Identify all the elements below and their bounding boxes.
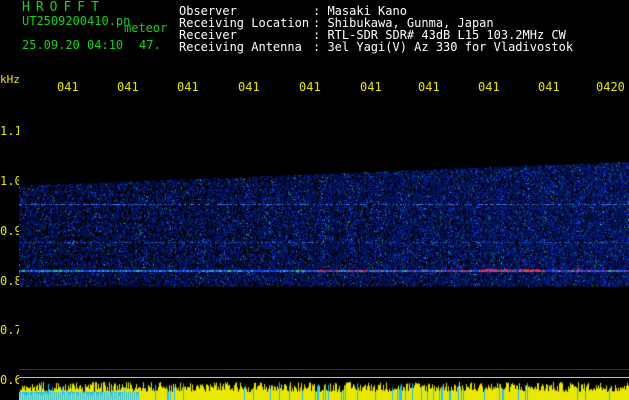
time-tick: 0420: [596, 80, 625, 94]
time-tick: 041: [299, 80, 321, 94]
time-tick: 041: [57, 80, 79, 94]
spectrogram-header: HROFFT UT2509200410.pn meteor 25.09.20 0…: [0, 0, 629, 86]
antenna-value: : 3el Yagi(V) Az 330 for Vladivostok: [313, 40, 574, 54]
time-tick: 041: [117, 80, 139, 94]
spectrogram-waterfall: [19, 96, 629, 400]
event-count: 47.: [139, 38, 161, 52]
time-tick: 041: [360, 80, 382, 94]
time-tick: 041: [478, 80, 500, 94]
antenna-label: Receiving Antenna: [179, 40, 302, 54]
baseline-marker: [19, 369, 629, 370]
signal-strength-divider: [19, 377, 629, 378]
timestamp: 25.09.20 04:10: [22, 38, 124, 52]
file-name: UT2509200410.pn: [22, 14, 131, 28]
time-tick: 041: [538, 80, 560, 94]
time-tick: 041: [238, 80, 260, 94]
frequency-unit-label: kHz: [0, 73, 20, 86]
time-tick: 041: [418, 80, 440, 94]
mode-label: meteor: [124, 21, 168, 35]
brand-title: HROFFT: [22, 0, 105, 15]
time-tick: 041: [177, 80, 199, 94]
